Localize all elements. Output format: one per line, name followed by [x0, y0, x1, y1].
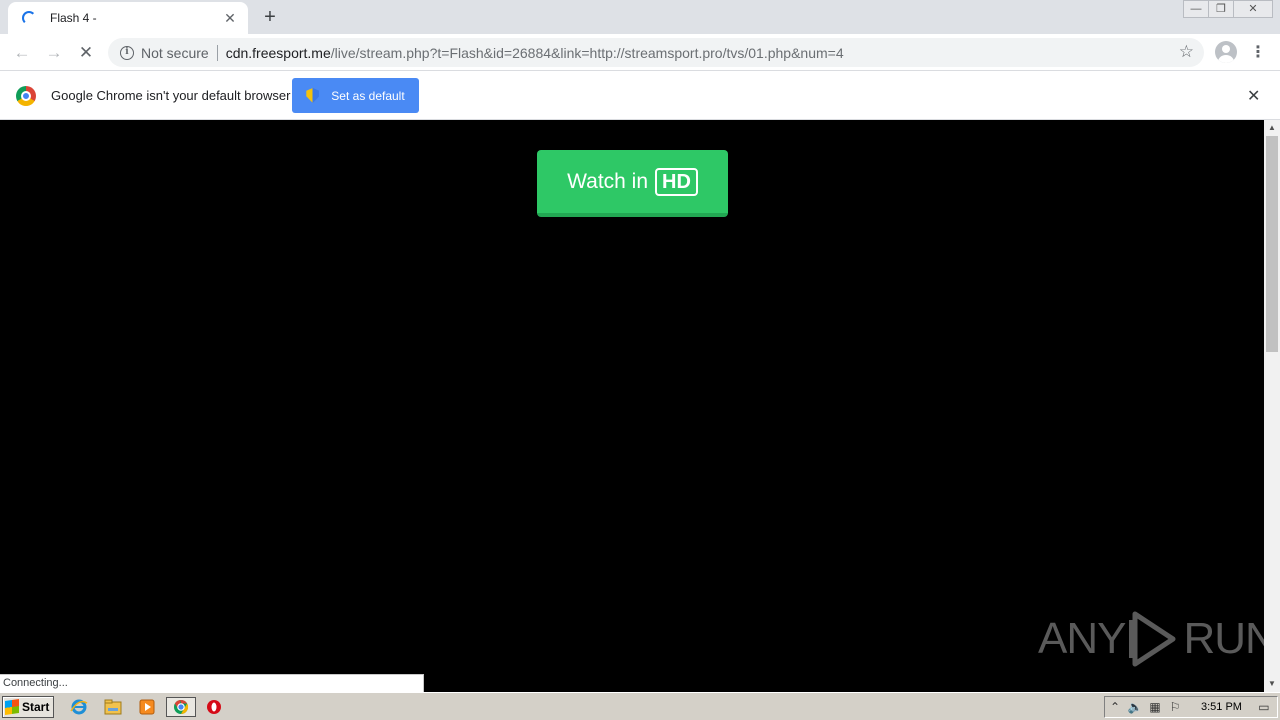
anyrun-watermark: ANY RUN [1038, 610, 1277, 668]
omnibox-divider [216, 44, 218, 61]
explorer-icon[interactable] [103, 698, 123, 716]
status-bubble: Connecting... [0, 674, 424, 692]
media-player-icon[interactable] [137, 698, 157, 716]
tab-close-icon[interactable]: ✕ [222, 10, 238, 27]
watch-label: Watch in [567, 169, 649, 193]
profile-avatar-icon[interactable] [1215, 41, 1237, 63]
new-tab-button[interactable]: + [260, 6, 280, 28]
windows-taskbar: Start ⌃ 🔈 ▦ ⚐ 3:51 PM ▭ [0, 692, 1280, 720]
chrome-menu-icon[interactable]: ⋮ [1250, 41, 1266, 65]
default-browser-infobar: Google Chrome isn't your default browser… [0, 71, 1280, 120]
bookmark-star-icon[interactable]: ☆ [1179, 42, 1194, 62]
url-host: cdn.freesport.me [225, 44, 331, 61]
system-tray: ⌃ 🔈 ▦ ⚐ 3:51 PM ▭ [1104, 696, 1278, 718]
clock[interactable]: 3:51 PM [1201, 701, 1242, 713]
scroll-down-arrow-icon[interactable]: ▼ [1264, 677, 1280, 691]
windows-logo-icon [5, 699, 19, 715]
set-as-default-button[interactable]: Set as default [292, 78, 419, 113]
loading-spinner-icon [22, 11, 36, 25]
hd-badge: HD [655, 167, 698, 196]
opera-icon[interactable] [204, 698, 224, 716]
stop-loading-button[interactable]: ✕ [74, 41, 98, 65]
scroll-up-arrow-icon[interactable]: ▲ [1264, 121, 1280, 135]
back-button[interactable]: ← [10, 41, 34, 65]
forward-button[interactable]: → [42, 41, 66, 65]
infobar-close-icon[interactable]: ✕ [1247, 86, 1260, 106]
minimize-button[interactable]: — [1183, 0, 1209, 18]
url-path: /live/stream.php?t=Flash&id=26884&link=h… [330, 44, 844, 61]
screen: Flash 4 - ✕ + — ❐ ✕ ← → ✕ i Not secure c… [0, 0, 1280, 720]
vertical-scrollbar[interactable]: ▲ ▼ [1264, 120, 1280, 692]
watermark-left: ANY [1038, 614, 1126, 663]
uac-shield-icon [306, 88, 320, 103]
show-hidden-icon[interactable]: ⌃ [1105, 698, 1125, 716]
tab-active[interactable]: Flash 4 - ✕ [8, 2, 248, 34]
chrome-logo-icon [16, 86, 36, 106]
ie-icon[interactable] [69, 698, 89, 716]
set-as-default-label: Set as default [331, 88, 405, 103]
close-window-button[interactable]: ✕ [1233, 0, 1273, 18]
action-center-flag-icon[interactable]: ⚐ [1165, 698, 1185, 716]
tab-strip: Flash 4 - ✕ + — ❐ ✕ [0, 0, 1280, 34]
info-icon[interactable]: i [120, 45, 134, 60]
infobar-message: Google Chrome isn't your default browser [51, 88, 291, 103]
volume-icon[interactable]: 🔈 [1125, 698, 1145, 716]
chrome-icon[interactable] [166, 697, 196, 717]
start-button[interactable]: Start [2, 696, 54, 718]
network-icon[interactable]: ▦ [1145, 698, 1165, 716]
tab-title: Flash 4 - [50, 11, 97, 25]
watermark-right: RUN [1183, 614, 1276, 663]
play-triangle-icon [1129, 611, 1176, 667]
page-content: Watch in HD ANY RUN [0, 120, 1277, 692]
start-label: Start [22, 700, 50, 714]
security-label[interactable]: Not secure [141, 45, 209, 61]
show-desktop-icon[interactable]: ▭ [1254, 698, 1274, 716]
browser-toolbar: ← → ✕ i Not secure cdn.freesport.me /liv… [0, 34, 1280, 71]
watch-in-hd-button[interactable]: Watch in HD [537, 150, 728, 217]
address-bar[interactable]: i Not secure cdn.freesport.me /live/stre… [108, 38, 1204, 67]
scroll-thumb[interactable] [1266, 136, 1278, 352]
restore-button[interactable]: ❐ [1208, 0, 1234, 18]
